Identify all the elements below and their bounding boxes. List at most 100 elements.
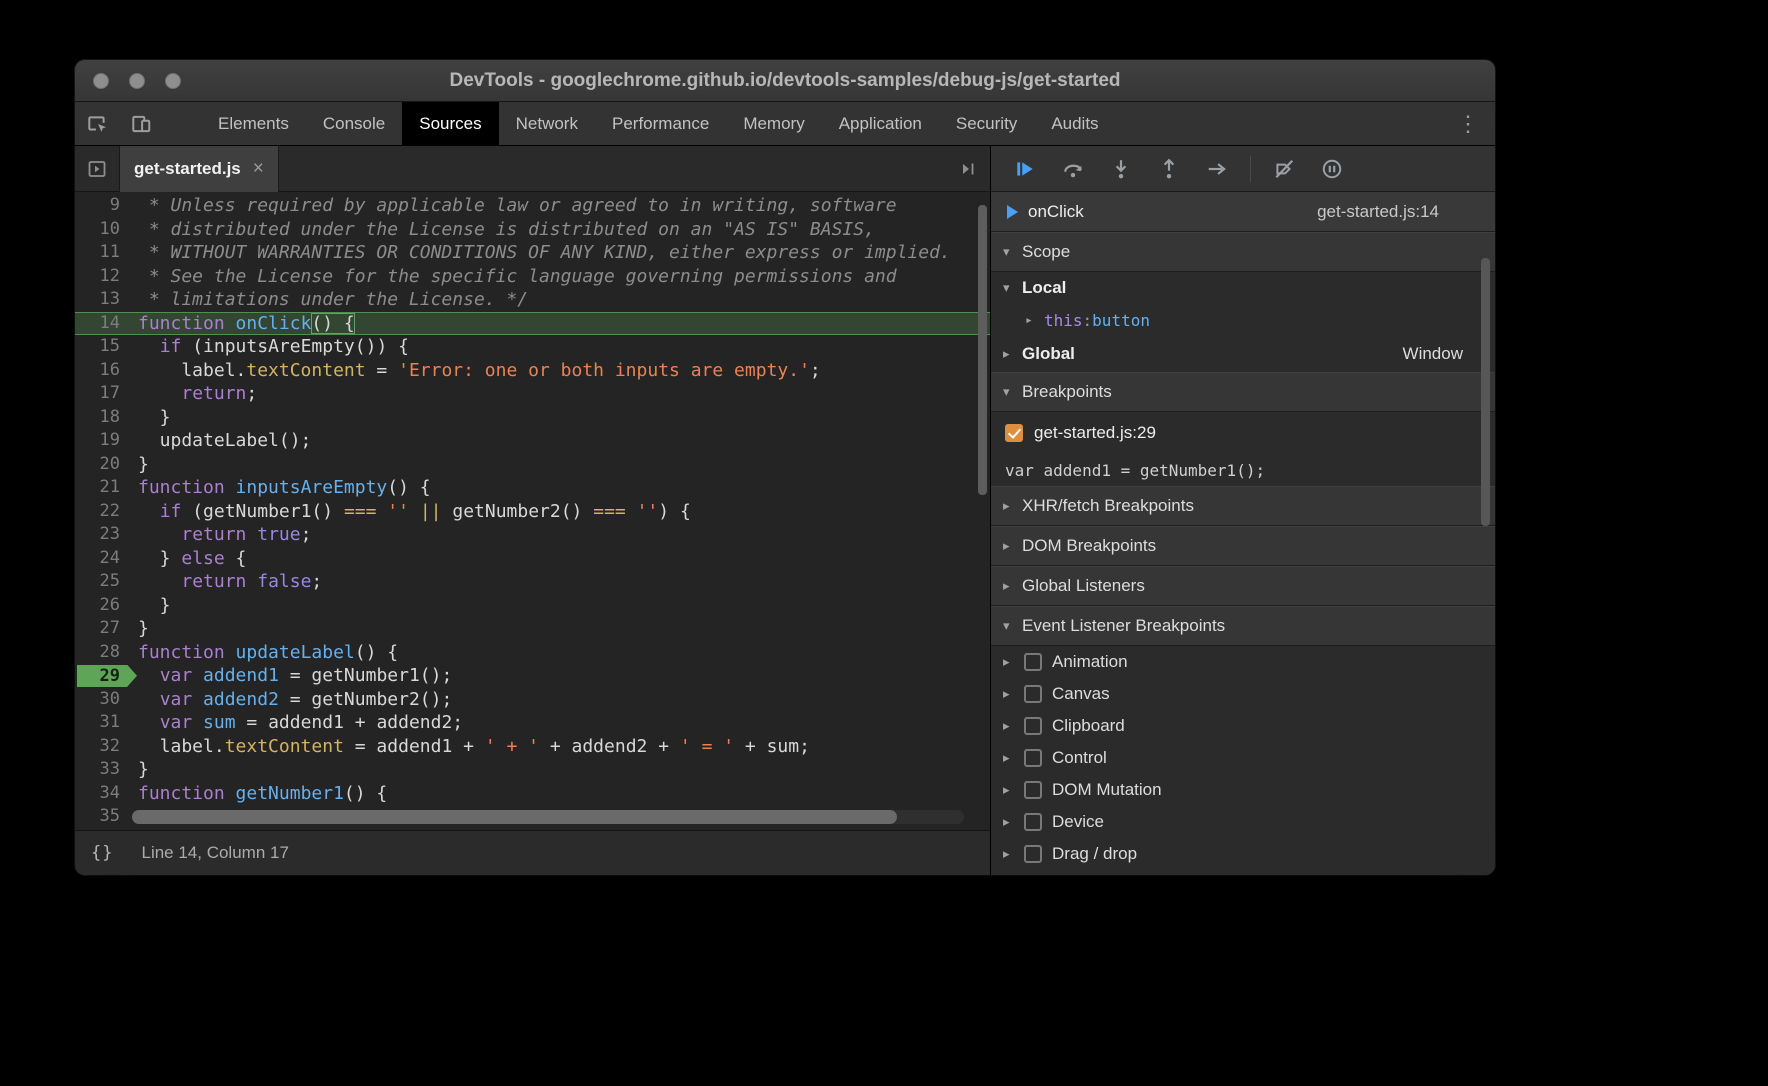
category-checkbox[interactable] xyxy=(1024,653,1042,671)
close-tab-icon[interactable]: × xyxy=(253,158,264,180)
step-out-icon[interactable] xyxy=(1145,146,1193,192)
debugger-toolbar xyxy=(991,146,1495,192)
code-text: if (getNumber1() === '' || getNumber2() … xyxy=(132,500,990,524)
device-toolbar-icon[interactable] xyxy=(119,102,163,146)
horizontal-scrollbar-thumb[interactable] xyxy=(132,810,897,824)
editor-horizontal-scrollbar[interactable] xyxy=(132,810,964,824)
code-text xyxy=(132,829,990,831)
show-source-order-icon[interactable] xyxy=(946,146,990,192)
category-checkbox[interactable] xyxy=(1024,717,1042,735)
line-number-21[interactable]: 21 xyxy=(75,476,132,500)
resume-script-execution-icon[interactable] xyxy=(1001,146,1049,192)
line-number-19[interactable]: 19 xyxy=(75,429,132,453)
event-listener-breakpoints-header[interactable]: ▾ Event Listener Breakpoints xyxy=(991,606,1495,646)
tab-security[interactable]: Security xyxy=(939,102,1034,146)
tab-audits[interactable]: Audits xyxy=(1034,102,1115,146)
line-number-22[interactable]: 22 xyxy=(75,500,132,524)
section-header-dom-breakpoints[interactable]: ▸DOM Breakpoints xyxy=(991,526,1495,566)
section-header-global-listeners[interactable]: ▸Global Listeners xyxy=(991,566,1495,606)
line-number-25[interactable]: 25 xyxy=(75,570,132,594)
line-number-16[interactable]: 16 xyxy=(75,359,132,383)
line-number-24[interactable]: 24 xyxy=(75,547,132,571)
line-number-35[interactable]: 35 xyxy=(75,805,132,829)
chevron-right-icon: ▸ xyxy=(1003,686,1022,702)
editor-status-bar: {} Line 14, Column 17 xyxy=(75,830,990,875)
pretty-print-button[interactable]: {} xyxy=(91,843,113,863)
category-checkbox[interactable] xyxy=(1024,781,1042,799)
more-options-icon[interactable]: ⋮ xyxy=(1457,113,1479,135)
breakpoint-entry[interactable]: get-started.js:29 xyxy=(991,412,1495,454)
scope-this-row[interactable]: ▸ this: button xyxy=(991,304,1495,336)
event-listener-category-clipboard[interactable]: ▸Clipboard xyxy=(991,710,1495,742)
category-checkbox[interactable] xyxy=(1024,685,1042,703)
tab-memory[interactable]: Memory xyxy=(726,102,821,146)
event-listener-category-animation[interactable]: ▸Animation xyxy=(991,646,1495,678)
deactivate-breakpoints-icon[interactable] xyxy=(1260,146,1308,192)
line-number-36[interactable]: 36 xyxy=(75,829,132,831)
tab-application[interactable]: Application xyxy=(822,102,939,146)
event-listener-category-control[interactable]: ▸Control xyxy=(991,742,1495,774)
line-number-17[interactable]: 17 xyxy=(75,382,132,406)
tab-elements[interactable]: Elements xyxy=(201,102,306,146)
code-text: } xyxy=(132,594,990,618)
breakpoint-checkbox[interactable] xyxy=(1005,424,1023,442)
close-window-button[interactable] xyxy=(93,73,109,89)
sidebar-vertical-scrollbar[interactable] xyxy=(1481,258,1490,526)
paused-location[interactable]: get-started.js:14 xyxy=(1317,202,1439,222)
line-number-9[interactable]: 9 xyxy=(75,194,132,218)
step-over-icon[interactable] xyxy=(1049,146,1097,192)
event-listener-category-device[interactable]: ▸Device xyxy=(991,806,1495,838)
line-number-11[interactable]: 11 xyxy=(75,241,132,265)
event-listener-category-dom-mutation[interactable]: ▸DOM Mutation xyxy=(991,774,1495,806)
line-number-30[interactable]: 30 xyxy=(75,688,132,712)
code-line-10: 10 * distributed under the License is di… xyxy=(75,218,990,242)
code-line-22: 22 if (getNumber1() === '' || getNumber2… xyxy=(75,500,990,524)
line-number-23[interactable]: 23 xyxy=(75,523,132,547)
line-number-26[interactable]: 26 xyxy=(75,594,132,618)
line-number-27[interactable]: 27 xyxy=(75,617,132,641)
minimize-window-button[interactable] xyxy=(129,73,145,89)
line-number-29[interactable]: 29 xyxy=(75,664,132,688)
line-number-31[interactable]: 31 xyxy=(75,711,132,735)
tab-sources[interactable]: Sources xyxy=(402,102,498,146)
breakpoint-marker[interactable]: 29 xyxy=(77,665,137,688)
scope-global-row[interactable]: ▸ Global Window xyxy=(991,336,1495,372)
line-number-10[interactable]: 10 xyxy=(75,218,132,242)
event-listener-category-drag-drop[interactable]: ▸Drag / drop xyxy=(991,838,1495,870)
file-tab-get-started[interactable]: get-started.js × xyxy=(119,146,279,192)
tab-network[interactable]: Network xyxy=(499,102,595,146)
line-number-15[interactable]: 15 xyxy=(75,335,132,359)
line-number-34[interactable]: 34 xyxy=(75,782,132,806)
line-number-13[interactable]: 13 xyxy=(75,288,132,312)
line-number-14[interactable]: 14 xyxy=(75,312,132,336)
line-number-20[interactable]: 20 xyxy=(75,453,132,477)
pause-on-exceptions-icon[interactable] xyxy=(1308,146,1356,192)
variable-name: this xyxy=(1044,311,1083,330)
event-listener-category-canvas[interactable]: ▸Canvas xyxy=(991,678,1495,710)
event-listener-category-geolocation[interactable]: ▸Geolocation xyxy=(991,870,1495,875)
paused-on-function-row[interactable]: onClick get-started.js:14 xyxy=(991,192,1495,232)
step-into-icon[interactable] xyxy=(1097,146,1145,192)
scope-local-row[interactable]: ▾ Local xyxy=(991,272,1495,304)
step-icon[interactable] xyxy=(1193,146,1241,192)
section-header-xhr-fetch-breakpoints[interactable]: ▸XHR/fetch Breakpoints xyxy=(991,486,1495,526)
line-number-33[interactable]: 33 xyxy=(75,758,132,782)
tab-performance[interactable]: Performance xyxy=(595,102,726,146)
zoom-window-button[interactable] xyxy=(165,73,181,89)
inspect-element-icon[interactable] xyxy=(75,102,119,146)
category-checkbox[interactable] xyxy=(1024,845,1042,863)
category-checkbox[interactable] xyxy=(1024,813,1042,831)
tab-console[interactable]: Console xyxy=(306,102,402,146)
breakpoints-section-header[interactable]: ▾ Breakpoints xyxy=(991,372,1495,412)
line-number-28[interactable]: 28 xyxy=(75,641,132,665)
editor-vertical-scrollbar[interactable] xyxy=(978,205,987,495)
line-number-12[interactable]: 12 xyxy=(75,265,132,289)
chevron-right-icon: ▸ xyxy=(1025,313,1044,328)
category-checkbox[interactable] xyxy=(1024,749,1042,767)
breakpoint-code-preview[interactable]: var addend1 = getNumber1(); xyxy=(991,454,1495,486)
scope-section-header[interactable]: ▾ Scope xyxy=(991,232,1495,272)
show-navigator-icon[interactable] xyxy=(75,146,119,192)
line-number-18[interactable]: 18 xyxy=(75,406,132,430)
code-text: function inputsAreEmpty() { xyxy=(132,476,990,500)
line-number-32[interactable]: 32 xyxy=(75,735,132,759)
